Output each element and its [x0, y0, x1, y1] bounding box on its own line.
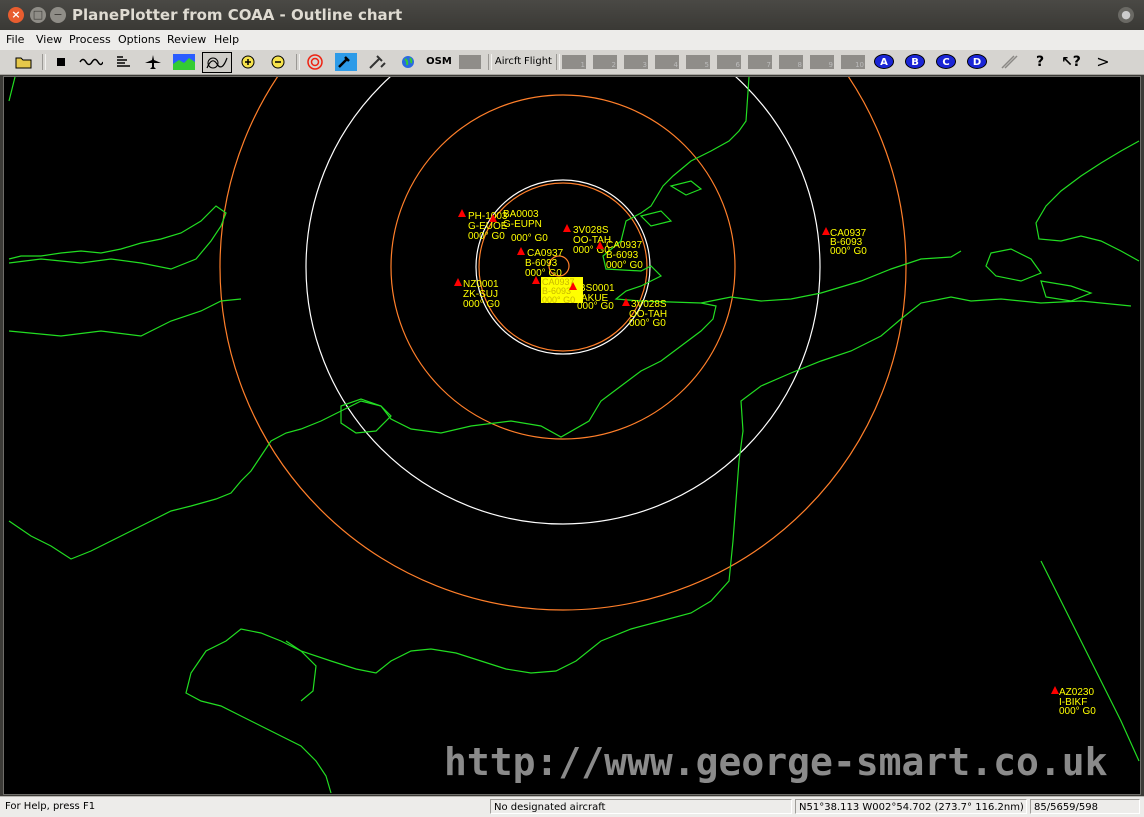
close-window-button[interactable]: × [8, 7, 24, 23]
blank-icon[interactable] [458, 52, 482, 71]
osm-button[interactable]: OSM [426, 52, 452, 71]
map-view[interactable]: PH-1003 G-EUOE 000° G0 BA0003 G-EUPN 000… [3, 76, 1141, 795]
button-a[interactable]: A [874, 54, 894, 69]
aircraft-target[interactable]: CA0937 B-6093 000° G0 [822, 227, 867, 257]
stop-icon[interactable] [52, 52, 70, 71]
maximize-window-button[interactable]: □ [30, 7, 46, 23]
status-counts: 85/5659/598 [1030, 799, 1140, 814]
slot-button-7[interactable]: 7 [748, 55, 772, 69]
help-icon[interactable]: ? [1030, 52, 1050, 71]
menu-view[interactable]: View [36, 33, 62, 46]
menu-file[interactable]: File [6, 33, 24, 46]
aircraft-marker [822, 227, 830, 235]
aircraft-target[interactable]: PH-1003 G-EUOE 000° G0 [458, 209, 508, 242]
button-b[interactable]: B [905, 54, 925, 69]
aircraft-heading: 000° G0 [606, 260, 643, 271]
globe-icon[interactable] [398, 52, 418, 71]
wave-icon[interactable] [78, 52, 104, 71]
coastline-netherlands [1035, 140, 1140, 262]
aircraft-heading: 000° G0 [463, 299, 500, 310]
aircraft-heading: 000° G0 [1059, 706, 1096, 717]
aircraft-label-button[interactable]: Aircft [494, 52, 522, 71]
toolbar-separator [296, 54, 300, 70]
aircraft-target[interactable]: CA0937 B-6093 000° G0 [532, 276, 583, 305]
zoom-in-icon[interactable] [238, 52, 258, 71]
aircraft-marker [458, 209, 466, 217]
slot-button-8[interactable]: 8 [779, 55, 803, 69]
outline-chart-icon[interactable] [202, 52, 232, 73]
slot-button-6[interactable]: 6 [717, 55, 741, 69]
aircraft-target[interactable]: NZ0001 ZK-SUJ 000° G0 [454, 278, 500, 310]
aircraft-heading: 000° G0 [542, 295, 575, 305]
menu-options[interactable]: Options [118, 33, 160, 46]
coastline-kent [700, 250, 962, 304]
minimize-window-button[interactable]: − [50, 7, 66, 23]
slot-button-3[interactable]: 3 [624, 55, 648, 69]
settings-icon[interactable] [334, 52, 358, 71]
aircraft-marker [517, 247, 525, 255]
aircraft-heading: 000° G0 [830, 246, 867, 257]
coastline-east-channel [1040, 560, 1140, 762]
toolbar: OSM Aircft Flight 1 2 3 4 5 6 7 8 9 10 A… [0, 50, 1144, 75]
slot-button-1[interactable]: 1 [562, 55, 586, 69]
coastline-isle-of-wight [340, 398, 392, 434]
aircraft-marker [563, 224, 571, 232]
coastline-cherbourg [285, 640, 317, 702]
aircraft-registration: G-EUPN [503, 219, 542, 230]
aircraft-layer: PH-1003 G-EUOE 000° G0 BA0003 G-EUPN 000… [454, 209, 1096, 717]
list-icon[interactable] [112, 52, 134, 71]
aircraft-target[interactable]: CA0937 B-6093 000° G0 [517, 247, 564, 279]
range-ring-orange-3 [219, 77, 907, 611]
flight-label-button[interactable]: Flight [524, 52, 552, 71]
aircraft-marker [1051, 686, 1059, 694]
watermark: http://www.george-smart.co.uk [444, 740, 1108, 784]
coastline-zeeland [985, 248, 1093, 302]
aircraft-target[interactable]: AZ0230 I-BIKF 000° G0 [1051, 686, 1096, 717]
coastline-wales [8, 205, 227, 270]
aircraft-heading: 000° G0 [511, 233, 548, 244]
slot-button-4[interactable]: 4 [655, 55, 679, 69]
toolbar-separator [42, 54, 46, 70]
menu-process[interactable]: Process [69, 33, 111, 46]
range-rings-icon[interactable] [304, 52, 326, 71]
slot-button-10[interactable]: 10 [841, 55, 865, 69]
aircraft-marker [454, 278, 462, 286]
range-ring-orange-2 [390, 94, 736, 440]
title-bar: × □ − PlanePlotter from COAA - Outline c… [0, 0, 1144, 30]
button-d[interactable]: D [967, 54, 987, 69]
menu-review[interactable]: Review [167, 33, 206, 46]
aircraft-heading: 000° G0 [577, 301, 614, 312]
aircraft-heading: 000° G0 [573, 245, 610, 256]
slot-button-9[interactable]: 9 [810, 55, 834, 69]
window-title: PlanePlotter from COAA - Outline chart [72, 6, 403, 24]
slot-button-5[interactable]: 5 [686, 55, 710, 69]
outline-chart[interactable]: PH-1003 G-EUOE 000° G0 BA0003 G-EUPN 000… [4, 77, 1140, 794]
open-folder-icon[interactable] [12, 52, 36, 71]
terrain-icon[interactable] [172, 52, 196, 71]
button-c[interactable]: C [936, 54, 956, 69]
aircraft-icon[interactable] [142, 52, 164, 71]
zoom-out-icon[interactable] [268, 52, 288, 71]
status-cursor-position: N51°38.113 W002°54.702 (273.7° 116.2nm) [795, 799, 1027, 814]
coastline-thames-islands [639, 180, 703, 227]
coastline-group [8, 77, 1140, 794]
aircraft-target[interactable]: 3V028S OO-TAH 000° G0 [563, 224, 611, 256]
status-designated-aircraft: No designated aircraft [490, 799, 792, 814]
status-help-text: For Help, press F1 [5, 801, 96, 812]
slot-button-2[interactable]: 2 [593, 55, 617, 69]
toolbar-separator [556, 54, 560, 70]
context-help-icon[interactable]: ↖? [1058, 52, 1084, 71]
toolbar-separator [488, 54, 492, 70]
aircraft-heading: 000° G0 [629, 318, 666, 329]
coastline-north-edge [8, 77, 242, 337]
aircraft-target[interactable]: 3V028S OO-TAH 000° G0 [622, 298, 667, 329]
menu-bar: File View Process Options Review Help [0, 30, 1144, 51]
aircraft-heading: 000° G0 [468, 231, 505, 242]
tools-icon[interactable] [366, 52, 388, 71]
window-menu-button[interactable]: ● [1118, 7, 1134, 23]
more-icon[interactable]: > [1092, 52, 1114, 71]
edit-icon[interactable] [998, 52, 1022, 71]
status-bar: For Help, press F1 No designated aircraf… [0, 796, 1144, 817]
menu-help[interactable]: Help [214, 33, 239, 46]
